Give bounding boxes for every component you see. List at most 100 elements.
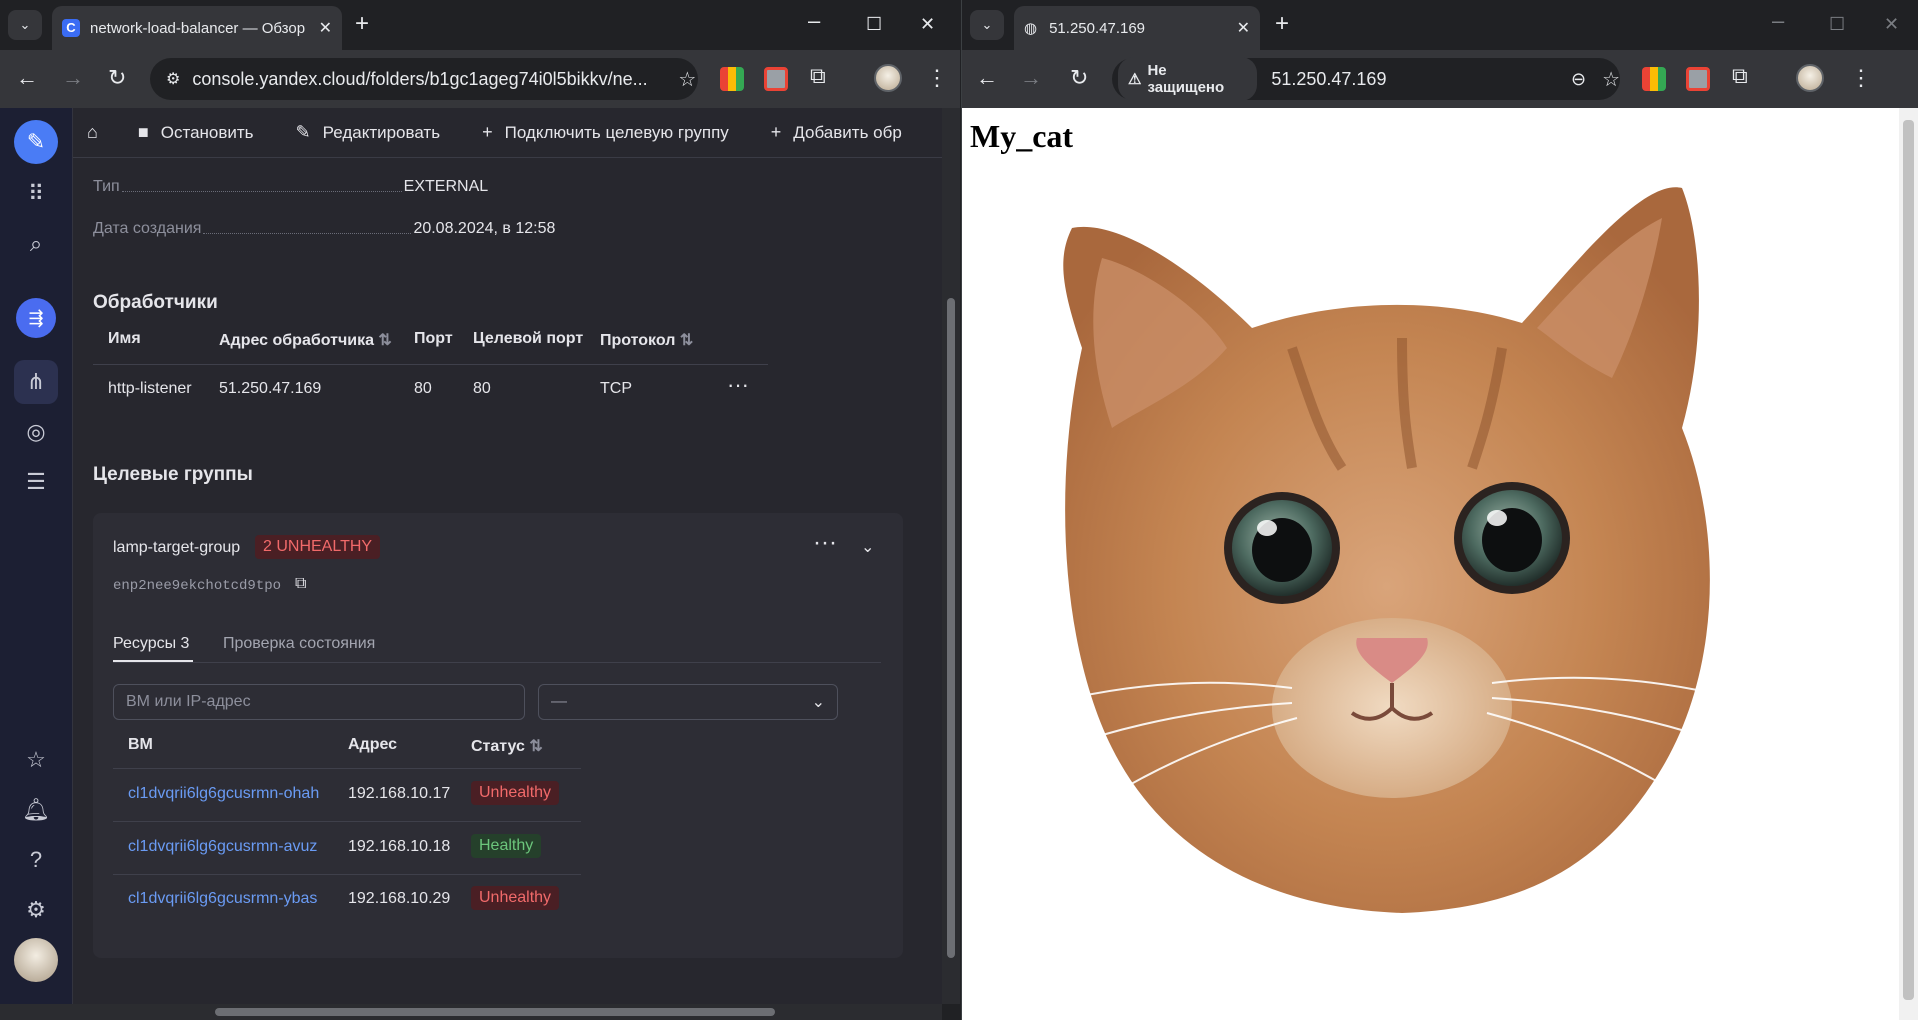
favorites-star-icon[interactable]: ☆	[14, 738, 58, 782]
filter-select[interactable]: — ⌄	[538, 684, 838, 720]
close-tab-icon[interactable]: ✕	[1237, 18, 1250, 38]
network-load-balancers-icon[interactable]: ⋔	[14, 360, 58, 404]
card-more-icon[interactable]: ···	[813, 529, 837, 557]
reload-icon[interactable]: ↻	[108, 66, 126, 90]
col-target-port: Целевой порт	[473, 330, 584, 347]
vertical-scrollbar[interactable]	[942, 108, 960, 1004]
col-status[interactable]: Статус ⇅	[471, 736, 543, 756]
attach-label: Подключить целевую группу	[504, 122, 729, 142]
site-info-icon[interactable]: ⚙	[166, 69, 180, 89]
extensions-puzzle-icon[interactable]: ⧉	[810, 64, 826, 88]
close-window-icon[interactable]: ✕	[1884, 14, 1899, 35]
minimize-icon[interactable]: –	[808, 8, 820, 34]
scrollbar-thumb[interactable]	[215, 1008, 775, 1016]
scrollbar-thumb[interactable]	[947, 298, 955, 958]
operations-list-icon[interactable]: ☰	[14, 460, 58, 504]
edit-label: Редактировать	[322, 122, 441, 142]
new-tab-button[interactable]: +	[355, 12, 369, 36]
tab-site[interactable]: ◍ 51.250.47.169 ✕	[1014, 6, 1260, 50]
horizontal-scrollbar[interactable]	[0, 1004, 942, 1020]
bookmark-star-icon[interactable]: ☆	[1602, 67, 1620, 92]
col-status-label: Статус	[471, 738, 525, 755]
all-services-icon[interactable]: ⠿	[14, 172, 58, 216]
address-bar[interactable]: ⚠ Не защищено 51.250.47.169 ⊖ ☆	[1112, 57, 1620, 101]
address-bar[interactable]: ⚙ console.yandex.cloud/folders/b1gc1ageg…	[150, 58, 698, 100]
sort-icon: ⇅	[529, 738, 543, 755]
leader-dots	[121, 191, 402, 192]
extension-icon[interactable]	[1642, 67, 1666, 91]
url-text: 51.250.47.169	[1271, 68, 1387, 89]
col-vm: ВМ	[128, 736, 153, 753]
bookmark-star-icon[interactable]: ☆	[678, 67, 696, 92]
tab-search-button[interactable]: ⌄	[970, 10, 1004, 40]
maximize-icon[interactable]: ☐	[866, 14, 882, 35]
extensions-puzzle-icon[interactable]: ⧉	[1732, 64, 1748, 88]
notifications-bell-icon[interactable]: 🔔︎	[14, 788, 58, 832]
attach-target-group-button[interactable]: + Подключить целевую группу	[482, 122, 729, 143]
edit-button[interactable]: ✎ Редактировать	[296, 122, 441, 143]
vm-link[interactable]: cl1dvqrii6lg6gcusrmn-ybas	[128, 890, 317, 908]
close-tab-icon[interactable]: ✕	[319, 18, 332, 38]
search-icon[interactable]: ⌕	[14, 222, 58, 266]
close-window-icon[interactable]: ✕	[920, 14, 935, 35]
yandex-cloud-favicon-icon: C	[62, 19, 80, 37]
vertical-scrollbar[interactable]	[1899, 108, 1918, 1020]
tab-search-button[interactable]: ⌄	[8, 10, 42, 40]
forward-icon[interactable]: →	[1020, 66, 1042, 90]
minimize-icon[interactable]: –	[1772, 8, 1784, 34]
back-icon[interactable]: ←	[16, 66, 38, 90]
not-secure-chip[interactable]: ⚠ Не защищено	[1118, 57, 1258, 101]
listener-target-port: 80	[473, 380, 491, 397]
settings-gear-icon[interactable]: ⚙	[14, 888, 58, 932]
col-address[interactable]: Адрес обработчика ⇅	[219, 330, 392, 350]
listener-protocol: TCP	[600, 380, 632, 397]
extension-icon[interactable]	[720, 67, 744, 91]
property-type: Тип EXTERNAL	[93, 178, 488, 196]
yandex-cloud-logo-icon[interactable]: ✎	[14, 120, 58, 164]
maximize-icon[interactable]: ☐	[1829, 14, 1845, 35]
help-icon[interactable]: ?	[14, 838, 58, 882]
row-more-icon[interactable]: ···	[727, 372, 749, 398]
property-value: EXTERNAL	[403, 178, 489, 195]
listener-port: 80	[414, 380, 432, 397]
user-avatar[interactable]	[14, 938, 58, 982]
stop-button[interactable]: ■ Остановить	[138, 122, 254, 143]
vm-link[interactable]: cl1dvqrii6lg6gcusrmn-avuz	[128, 838, 317, 856]
target-groups-icon[interactable]: ◎	[14, 410, 58, 454]
extension-icon[interactable]	[764, 67, 788, 91]
load-balancer-service-icon[interactable]: ⇶	[16, 298, 56, 338]
forward-icon[interactable]: →	[62, 66, 84, 90]
back-icon[interactable]: ←	[976, 66, 998, 90]
vm-link[interactable]: cl1dvqrii6lg6gcusrmn-ohah	[128, 785, 319, 803]
scrollbar-thumb[interactable]	[1903, 120, 1914, 1000]
select-value: —	[551, 693, 567, 710]
tab-health-check[interactable]: Проверка состояния	[223, 635, 375, 653]
search-input[interactable]: ВМ или IP-адрес	[113, 684, 525, 720]
add-listener-button[interactable]: + Добавить обр	[771, 122, 902, 143]
extension-icon[interactable]	[1686, 67, 1710, 91]
col-address-label: Адрес обработчика	[219, 332, 374, 349]
profile-avatar[interactable]	[874, 64, 902, 92]
col-protocol[interactable]: Протокол ⇅	[600, 330, 693, 350]
tab-resources[interactable]: Ресурсы 3	[113, 635, 189, 653]
new-tab-button[interactable]: +	[1275, 12, 1289, 36]
home-icon[interactable]: ⌂	[87, 122, 98, 143]
console-content: ⌂ ■ Остановить ✎ Редактировать + Подключить…	[72, 108, 942, 1004]
table-divider	[113, 874, 581, 875]
browser-menu-icon[interactable]: ⋮	[926, 64, 948, 92]
cat-image	[1061, 187, 1723, 914]
col-ip: Адрес	[348, 736, 398, 753]
reload-icon[interactable]: ↻	[1070, 66, 1088, 90]
chevron-down-icon[interactable]: ⌄	[861, 537, 874, 557]
tab-console[interactable]: C network-load-balancer — Обзор ✕	[52, 6, 342, 50]
copy-icon[interactable]: ⧉	[295, 575, 306, 593]
browser-menu-icon[interactable]: ⋮	[1850, 64, 1872, 92]
profile-avatar[interactable]	[1796, 64, 1824, 92]
table-divider	[113, 768, 581, 769]
zoom-icon[interactable]: ⊖	[1571, 69, 1586, 90]
action-bar: ⌂ ■ Остановить ✎ Редактировать + Подключить…	[73, 108, 942, 158]
col-protocol-label: Протокол	[600, 332, 676, 349]
sort-icon: ⇅	[679, 332, 694, 349]
chevron-down-icon: ⌄	[811, 694, 825, 711]
property-label: Дата создания	[93, 220, 202, 237]
